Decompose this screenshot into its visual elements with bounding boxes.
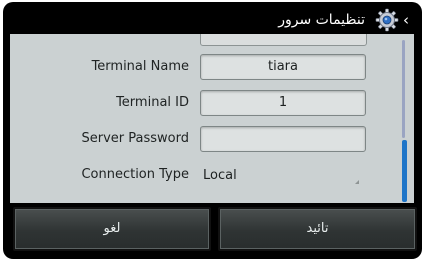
- connection-type-label: Connection Type: [81, 167, 189, 182]
- terminal-name-input[interactable]: tiara: [200, 54, 366, 80]
- connection-type-value: Local: [203, 168, 237, 183]
- server-password-label: Server Password: [81, 131, 190, 146]
- gear-icon: [375, 8, 399, 32]
- scrollbar[interactable]: [402, 40, 408, 202]
- terminal-name-label: Terminal Name: [91, 59, 189, 74]
- scrollbar-thumb[interactable]: [402, 140, 407, 202]
- dropdown-corner-icon: [355, 180, 359, 184]
- page-title: تنظیمات سرور: [278, 12, 365, 28]
- terminal-id-label: Terminal ID: [116, 95, 189, 110]
- terminal-id-input[interactable]: 1: [200, 90, 366, 116]
- cancel-button[interactable]: لغو: [13, 207, 211, 251]
- title-bar: ‹ تنظیمات سرور: [8, 7, 417, 33]
- back-icon[interactable]: ‹: [399, 12, 413, 28]
- scrollbar-track-upper: [402, 40, 405, 138]
- partial-field-above: [200, 34, 367, 46]
- device-frame: ‹ تنظیمات سرور Terminal Name tiara Termi…: [3, 2, 422, 259]
- server-password-input[interactable]: [200, 126, 366, 152]
- confirm-button[interactable]: تائید: [218, 207, 417, 251]
- connection-type-select[interactable]: Local: [203, 166, 363, 188]
- settings-form-panel[interactable]: Terminal Name tiara Terminal ID 1 Server…: [10, 34, 414, 203]
